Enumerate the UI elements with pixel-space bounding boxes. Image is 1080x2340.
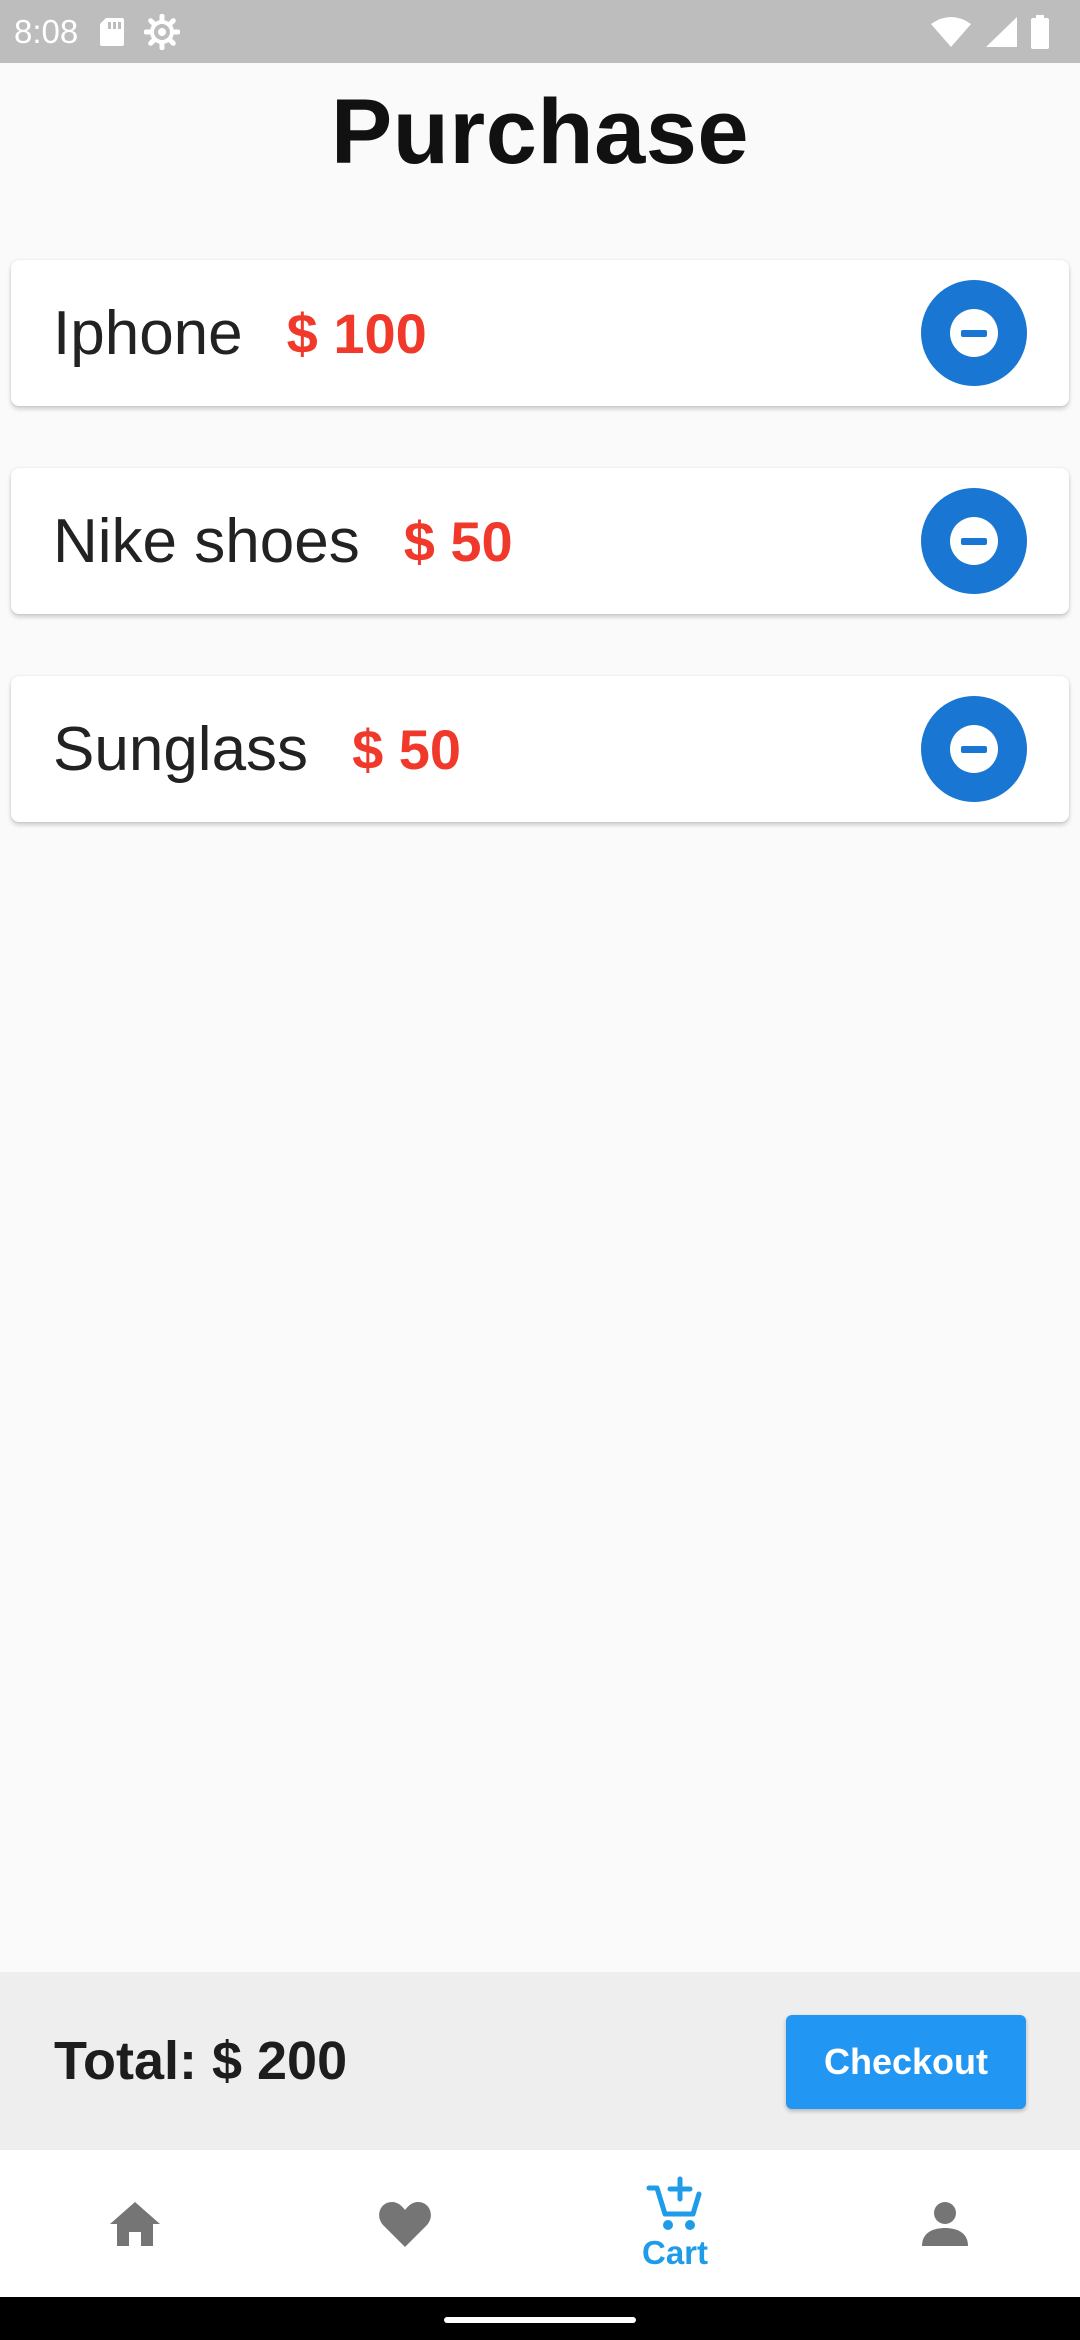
- status-bar: 8:08: [0, 0, 1080, 63]
- gesture-navigation-bar: [0, 2297, 1080, 2340]
- item-price: $ 50: [403, 509, 513, 573]
- page-title: Purchase: [330, 81, 750, 183]
- minus-icon: [961, 745, 987, 753]
- checkout-button[interactable]: Checkout: [786, 2015, 1026, 2109]
- heart-icon: [379, 2201, 431, 2247]
- total-amount: Total: $ 200: [54, 2031, 348, 2091]
- item-name: Sunglass: [53, 714, 309, 784]
- nav-cart-label: Cart: [641, 2233, 709, 2271]
- home-gesture-handle[interactable]: [444, 2317, 636, 2323]
- cart-item: Iphone $ 100: [11, 260, 1069, 406]
- screen: 8:08 Purchase Iphone $ 100 Nike shoes $ …: [0, 0, 1080, 2340]
- minus-icon: [961, 329, 987, 337]
- person-icon: [922, 2201, 968, 2246]
- status-left-icons: [98, 13, 181, 50]
- nav-profile[interactable]: [810, 2150, 1080, 2297]
- item-price: $ 100: [286, 301, 427, 365]
- nav-cart[interactable]: Cart: [540, 2150, 810, 2297]
- bottom-nav: Cart: [0, 2150, 1080, 2297]
- remove-circle-icon: [950, 725, 998, 773]
- cart-item: Sunglass $ 50: [11, 676, 1069, 822]
- minus-icon: [961, 537, 987, 545]
- cart-item: Nike shoes $ 50: [11, 468, 1069, 614]
- nav-home[interactable]: [0, 2150, 270, 2297]
- add-shopping-cart-icon: [646, 2176, 702, 2230]
- settings-gear-icon: [144, 13, 181, 50]
- wifi-icon: [931, 16, 971, 47]
- remove-item-button[interactable]: [921, 280, 1027, 386]
- item-name: Iphone: [53, 298, 243, 368]
- status-time: 8:08: [14, 12, 79, 50]
- sd-card-icon: [100, 17, 125, 46]
- item-name: Nike shoes: [53, 506, 360, 576]
- remove-item-button[interactable]: [921, 488, 1027, 594]
- battery-icon: [1031, 14, 1049, 49]
- remove-circle-icon: [950, 517, 998, 565]
- remove-item-button[interactable]: [921, 696, 1027, 802]
- item-price: $ 50: [352, 717, 462, 781]
- status-right-icons: [930, 0, 1050, 63]
- home-icon: [110, 2201, 160, 2246]
- nav-favorites[interactable]: [270, 2150, 540, 2297]
- cart-list: Iphone $ 100 Nike shoes $ 50 Sunglass $ …: [11, 260, 1069, 884]
- remove-circle-icon: [950, 309, 998, 357]
- signal-icon: [986, 16, 1017, 47]
- checkout-bar: Total: $ 200 Checkout: [0, 1972, 1080, 2150]
